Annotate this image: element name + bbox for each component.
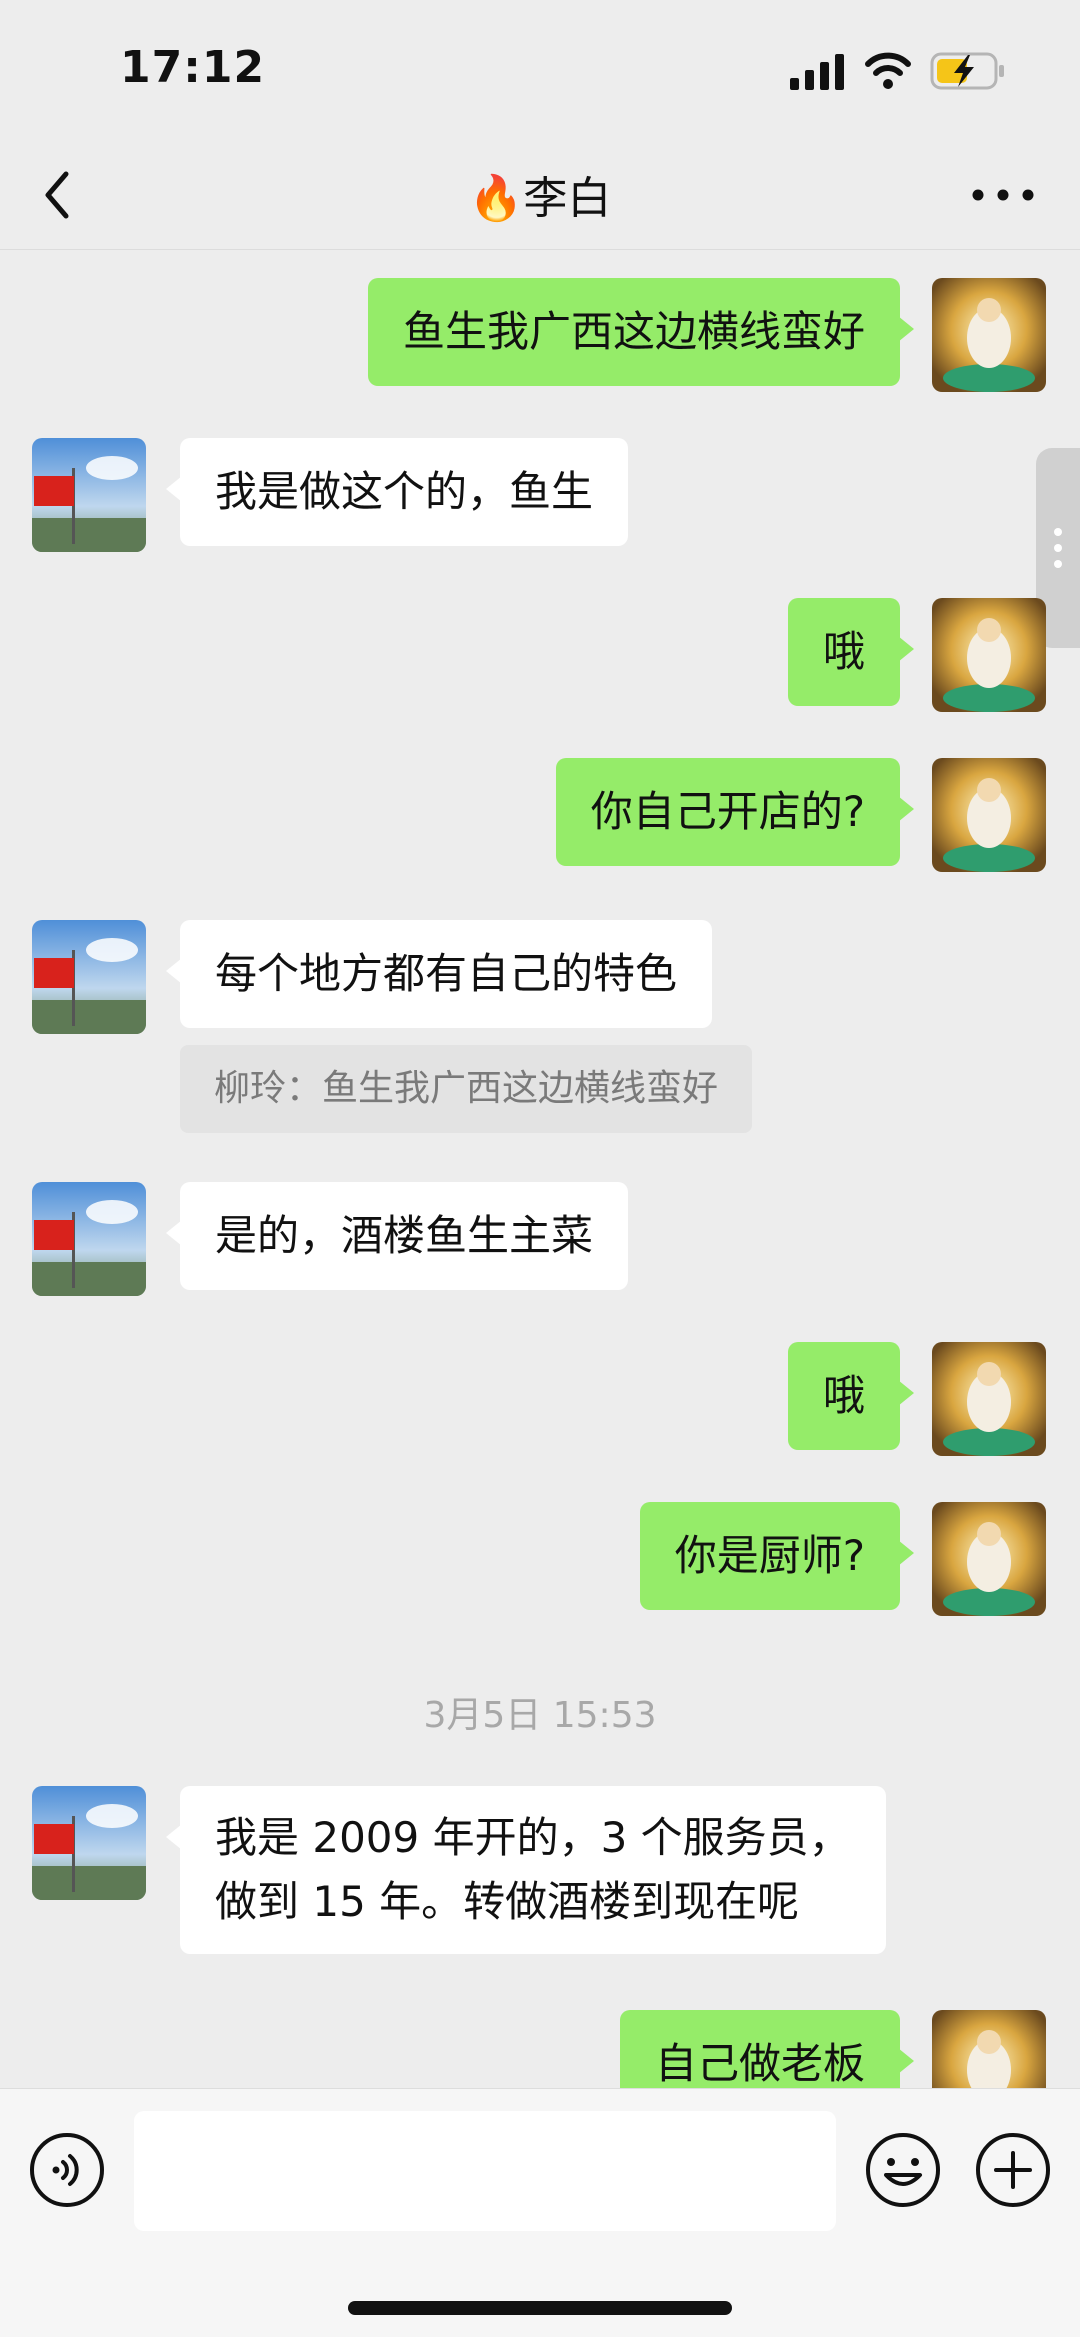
flag-landscape-avatar-image xyxy=(32,438,146,552)
home-indicator[interactable] xyxy=(348,2301,732,2315)
buddha-avatar-image xyxy=(932,1342,1046,1456)
voice-icon[interactable] xyxy=(28,2131,106,2209)
message-line: 我是 2009 年开的，3 个服务员， xyxy=(215,1813,851,1862)
message-bubble-self[interactable]: 你是厨师? xyxy=(639,1502,915,1610)
message-line: 做到 15 年。转做酒楼到现在呢 xyxy=(215,1877,800,1926)
avatar-self[interactable] xyxy=(932,758,1046,872)
avatar-self[interactable] xyxy=(932,278,1046,392)
buddha-avatar-image xyxy=(932,278,1046,392)
message-bubble-self[interactable]: 你自己开店的? xyxy=(555,758,915,866)
message-bubble-self[interactable]: 鱼生我广西这边横线蛮好 xyxy=(367,278,915,386)
message-bubble-other[interactable]: 我是 2009 年开的，3 个服务员， 做到 15 年。转做酒楼到现在呢 xyxy=(166,1786,886,1954)
message-input[interactable] xyxy=(134,2111,836,2231)
wifi-icon xyxy=(865,52,911,89)
chat-title: 🔥李白 xyxy=(468,173,612,224)
buddha-avatar-image xyxy=(932,1502,1046,1616)
dots-vertical-icon xyxy=(1054,528,1062,568)
flag-landscape-avatar-image xyxy=(32,920,146,1034)
avatar-self[interactable] xyxy=(932,598,1046,712)
buddha-avatar-image xyxy=(932,758,1046,872)
flag-landscape-avatar-image xyxy=(32,1786,146,1900)
chat-screen: 17:12 🔥李白 鱼生我广西这边横线蛮好 我是做这个的，鱼生 哦 你自己开店的… xyxy=(0,0,1080,2337)
avatar-contact[interactable] xyxy=(32,920,146,1034)
avatar-contact[interactable] xyxy=(32,1786,146,1900)
avatar-self[interactable] xyxy=(932,1502,1046,1616)
buddha-avatar-image xyxy=(932,598,1046,712)
message-bubble-other[interactable]: 我是做这个的，鱼生 xyxy=(165,438,629,546)
message-bubble-self[interactable]: 哦 xyxy=(787,1342,915,1450)
message-timestamp: 3月5日 15:53 xyxy=(423,1695,657,1736)
message-bubble-other[interactable]: 是的，酒楼鱼生主菜 xyxy=(165,1182,629,1290)
more-icon[interactable] xyxy=(966,172,1040,218)
signal-icon xyxy=(790,54,844,90)
avatar-contact[interactable] xyxy=(32,1182,146,1296)
avatar-contact[interactable] xyxy=(32,438,146,552)
emoji-icon[interactable] xyxy=(864,2131,942,2209)
message-bubble-other[interactable]: 每个地方都有自己的特色 xyxy=(165,920,713,1028)
input-bar xyxy=(0,2088,1080,2337)
avatar-self[interactable] xyxy=(932,1342,1046,1456)
quoted-reply[interactable]: 柳玲：鱼生我广西这边横线蛮好 xyxy=(180,1045,753,1133)
flag-landscape-avatar-image xyxy=(32,1182,146,1296)
status-bar: 17:12 xyxy=(0,0,1080,140)
status-time: 17:12 xyxy=(120,42,266,93)
battery-charging-icon xyxy=(930,52,1004,90)
plus-icon[interactable] xyxy=(974,2131,1052,2209)
nav-bar: 🔥李白 xyxy=(0,140,1080,250)
message-bubble-self[interactable]: 哦 xyxy=(787,598,915,706)
